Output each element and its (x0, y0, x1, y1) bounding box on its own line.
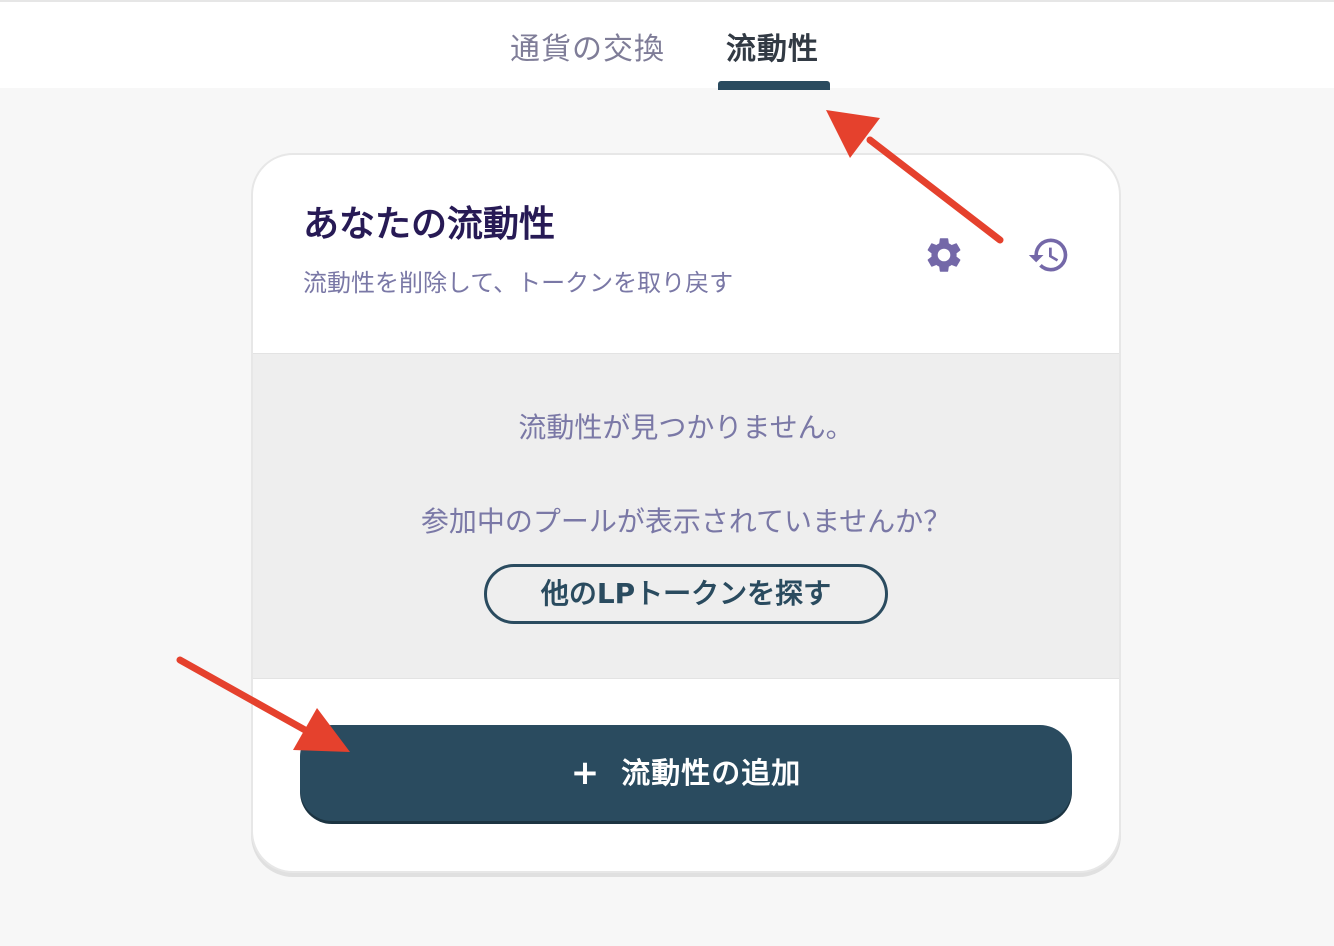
top-navigation: 通貨の交換 流動性 (0, 0, 1334, 90)
add-liquidity-label: 流動性の追加 (621, 756, 802, 790)
empty-liquidity-panel: 流動性が見つかりません。 参加中のプールが表示されていませんか？ 他のLPトーク… (253, 353, 1119, 679)
settings-button[interactable] (921, 232, 967, 278)
card-title: あなたの流動性 (303, 204, 556, 245)
missing-pool-hint: 参加中のプールが表示されていませんか？ (420, 505, 952, 538)
gear-icon (927, 238, 961, 272)
history-icon (1028, 238, 1068, 272)
tab-swap[interactable]: 通貨の交換 (510, 30, 665, 70)
history-button[interactable] (1026, 232, 1072, 278)
no-liquidity-message: 流動性が見つかりません。 (518, 411, 854, 444)
active-tab-indicator (718, 81, 830, 90)
liquidity-card: あなたの流動性 流動性を削除して、トークンを取り戻す 流動性が見つかりません。 … (251, 153, 1121, 873)
add-liquidity-button[interactable]: + 流動性の追加 (300, 725, 1072, 821)
card-subtitle: 流動性を削除して、トークンを取り戻す (303, 269, 734, 297)
plus-icon: + (570, 753, 600, 793)
find-lp-tokens-button[interactable]: 他のLPトークンを探す (484, 564, 888, 624)
tab-liquidity[interactable]: 流動性 (726, 30, 819, 70)
